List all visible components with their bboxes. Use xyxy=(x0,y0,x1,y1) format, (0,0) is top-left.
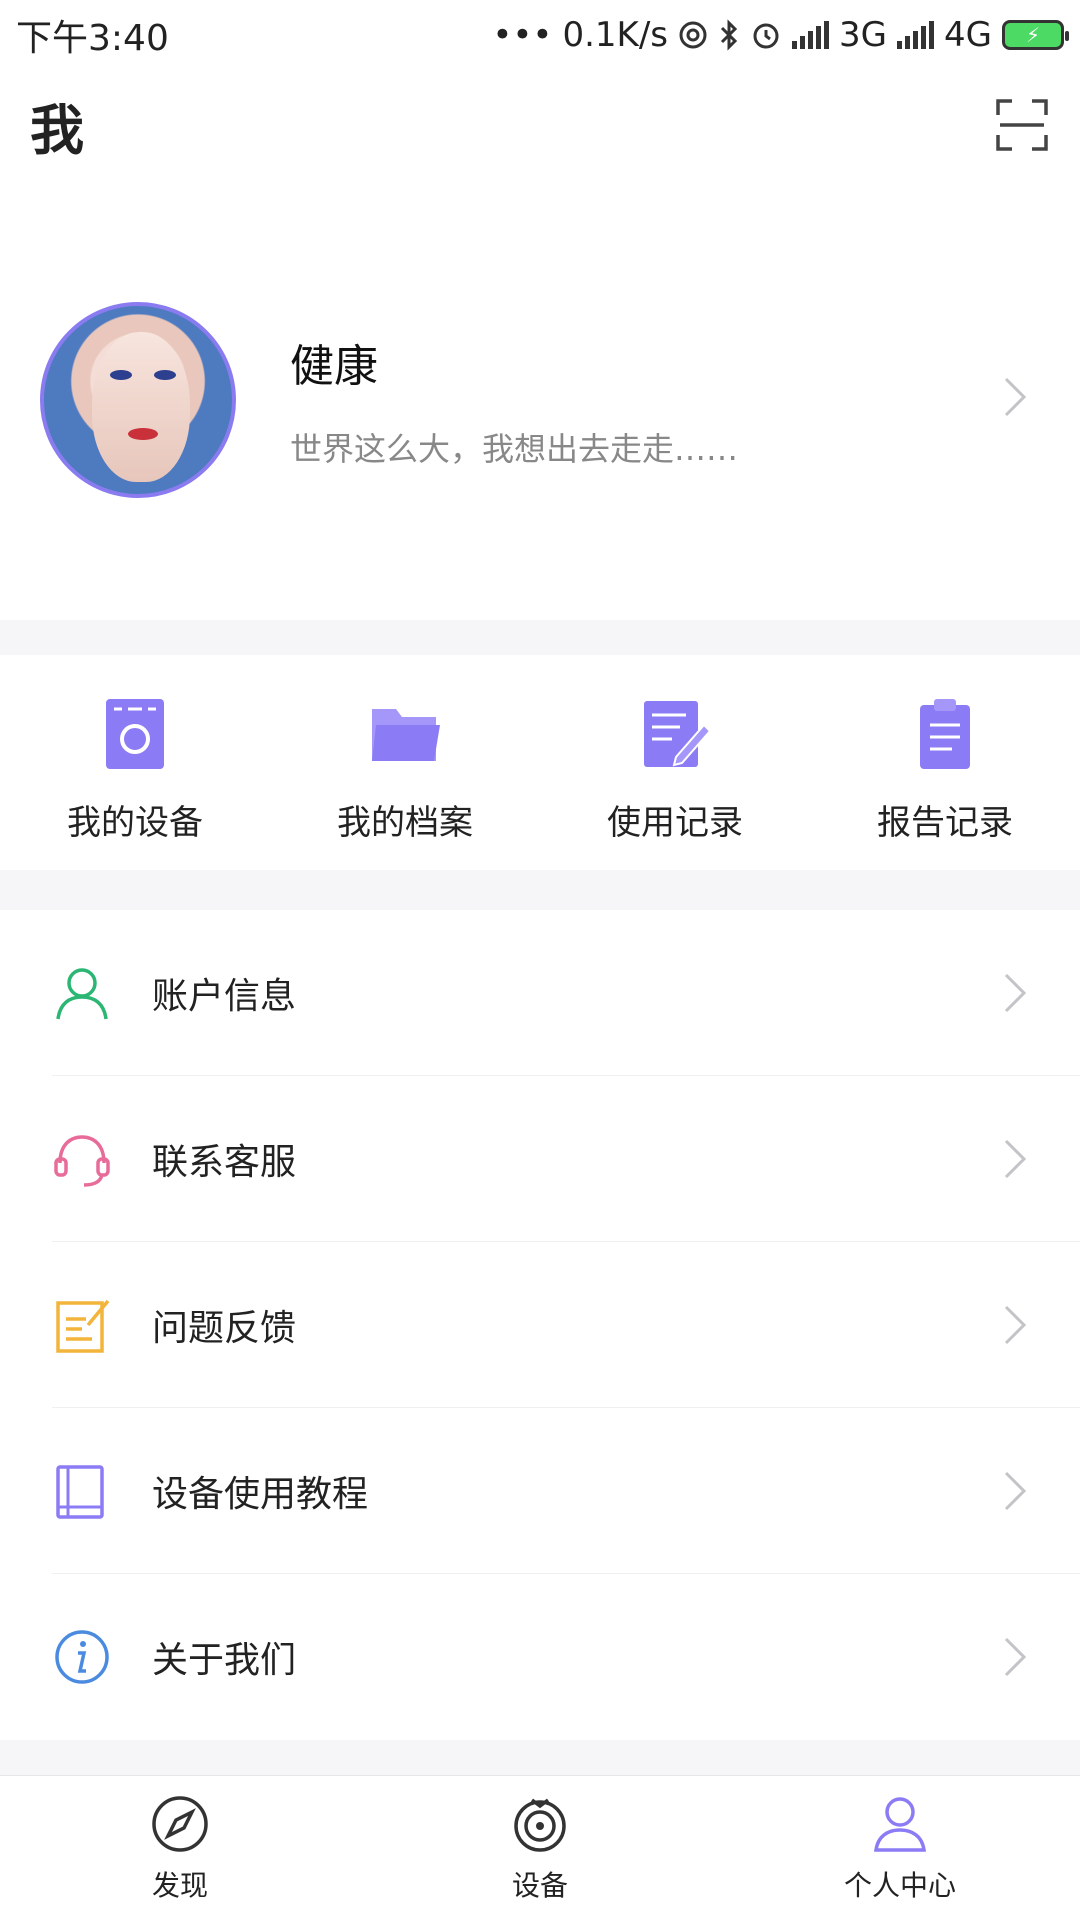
quick-usage-record[interactable]: 使用记录 xyxy=(540,655,810,870)
nav-label: 个人中心 xyxy=(843,1869,956,1902)
nav-discover[interactable]: 发现 xyxy=(0,1776,360,1920)
headset-icon xyxy=(54,1135,110,1187)
nav-device[interactable]: 设备 xyxy=(360,1776,720,1920)
profile-motto: 世界这么大，我想出去走走…… xyxy=(290,430,739,468)
quick-label: 报告记录 xyxy=(877,803,1013,843)
clipboard-icon xyxy=(920,699,970,769)
quick-label: 使用记录 xyxy=(607,803,743,843)
chevron-right-icon xyxy=(1004,1139,1027,1179)
avatar-eye xyxy=(110,370,132,380)
battery-icon: ⚡ xyxy=(1002,20,1069,50)
bottom-nav: 发现 设备 个人中心 xyxy=(0,1775,1080,1920)
folder-icon xyxy=(372,709,440,761)
menu-item-about-us[interactable]: 关于我们 xyxy=(0,1574,1080,1740)
signal-icon-2 xyxy=(897,21,935,49)
bluetooth-icon xyxy=(720,19,738,51)
avatar[interactable] xyxy=(40,302,236,498)
menu-label: 设备使用教程 xyxy=(152,1474,369,1515)
nav-label: 设备 xyxy=(511,1869,568,1902)
status-time: 下午3:40 xyxy=(16,18,169,59)
person-icon xyxy=(873,1797,927,1852)
compass-icon xyxy=(152,1796,208,1852)
screen: 下午3:40 ••• 0.1K/s 3G 4G ⚡ 我 健康 世界这么大，我想出… xyxy=(0,0,1080,1920)
menu-item-contact-support[interactable]: 联系客服 xyxy=(0,1076,1080,1242)
menu-label: 关于我们 xyxy=(152,1640,297,1681)
nav-profile[interactable]: 个人中心 xyxy=(720,1776,1080,1920)
alarm-icon xyxy=(753,23,779,49)
avatar-lips xyxy=(128,428,158,440)
avatar-face xyxy=(92,332,190,482)
menu-item-account-info[interactable]: 账户信息 xyxy=(0,910,1080,1076)
chevron-right-icon xyxy=(1004,1305,1027,1345)
quick-label: 我的档案 xyxy=(337,803,473,843)
status-dots: ••• xyxy=(492,15,553,55)
profile-card[interactable]: 健康 世界这么大，我想出去走走…… xyxy=(0,180,1080,620)
nav-label: 发现 xyxy=(151,1869,208,1902)
menu-label: 联系客服 xyxy=(152,1142,297,1183)
network-speed: 0.1K/s xyxy=(562,15,669,55)
chevron-right-icon xyxy=(1004,973,1027,1013)
scan-icon[interactable] xyxy=(994,97,1050,153)
user-icon xyxy=(56,968,108,1020)
menu-item-feedback[interactable]: 问题反馈 xyxy=(0,1242,1080,1408)
avatar-eye xyxy=(154,370,176,380)
quick-my-archive[interactable]: 我的档案 xyxy=(270,655,540,870)
chevron-right-icon xyxy=(1004,1471,1027,1511)
header: 我 xyxy=(0,70,1080,180)
hotspot-icon xyxy=(679,21,707,49)
quick-actions: 我的设备 我的档案 使用记录 报告记录 xyxy=(0,655,1080,870)
network-type-2: 4G xyxy=(944,15,992,55)
profile-name: 健康 xyxy=(290,341,378,392)
status-bar: 下午3:40 ••• 0.1K/s 3G 4G ⚡ xyxy=(0,0,1080,70)
menu-item-device-tutorial[interactable]: 设备使用教程 xyxy=(0,1408,1080,1574)
quick-label: 我的设备 xyxy=(67,803,203,843)
chevron-right-icon xyxy=(1004,377,1027,417)
feedback-icon xyxy=(56,1299,110,1353)
info-icon xyxy=(55,1630,109,1684)
page-title: 我 xyxy=(30,98,84,162)
quick-report-record[interactable]: 报告记录 xyxy=(810,655,1080,870)
device-icon xyxy=(106,699,164,769)
quick-my-device[interactable]: 我的设备 xyxy=(0,655,270,870)
menu-label: 账户信息 xyxy=(152,976,297,1017)
device-signal-icon xyxy=(514,1798,566,1852)
settings-menu: 账户信息 联系客服 问题反馈 设备使用教程 关于我们 xyxy=(0,910,1080,1740)
chevron-right-icon xyxy=(1004,1637,1027,1677)
status-indicators: ••• 0.1K/s 3G 4G ⚡ xyxy=(492,15,1069,55)
signal-icon xyxy=(792,21,830,49)
menu-label: 问题反馈 xyxy=(152,1308,297,1349)
network-type-1: 3G xyxy=(839,15,888,55)
profile-text: 健康 世界这么大，我想出去走走…… xyxy=(290,330,738,470)
book-icon xyxy=(56,1465,104,1519)
edit-record-icon xyxy=(644,701,712,767)
